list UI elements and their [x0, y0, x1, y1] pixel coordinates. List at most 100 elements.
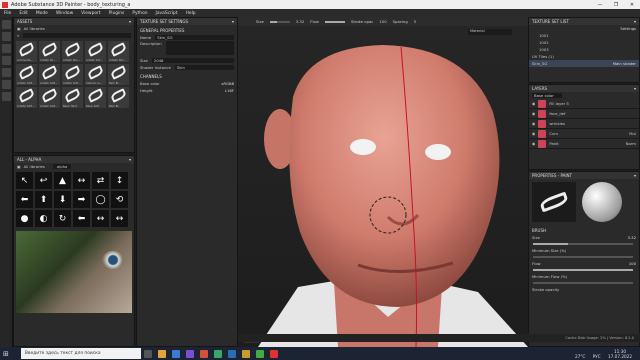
app-icon[interactable] — [241, 349, 250, 358]
visibility-eye-icon[interactable]: ◉ — [532, 111, 535, 116]
material-sphere-preview[interactable] — [582, 182, 622, 222]
description-field[interactable] — [165, 41, 234, 55]
selected-texture-set[interactable]: Skin_SG Main shader — [529, 60, 639, 67]
windows-start-icon[interactable]: ⊞ — [3, 350, 9, 358]
brush-size-slider[interactable] — [533, 243, 633, 245]
list-item[interactable]: 1003 — [529, 46, 639, 53]
language-indicator[interactable]: РУС — [593, 354, 601, 359]
menu-mode[interactable]: Mode — [32, 11, 52, 16]
channel-row[interactable]: Base color sRGB8 — [137, 80, 237, 87]
painter-icon[interactable] — [199, 349, 208, 358]
alpha-filter-chip[interactable]: alpha — [52, 164, 72, 169]
brush-preset[interactable]: Basic Soft — [85, 87, 106, 108]
min-size-slider[interactable] — [533, 256, 633, 258]
browser-icon[interactable] — [171, 349, 180, 358]
close-button[interactable]: ✕ — [624, 2, 640, 8]
layer-row[interactable]: ◉ Curv Mul — [529, 129, 639, 139]
list-item[interactable]: 1001 — [529, 32, 639, 39]
brush-preset[interactable]: Artistic Soft... — [39, 87, 60, 108]
name-field[interactable]: Skin_SG — [155, 35, 234, 40]
brush-preset[interactable]: Artistic Soft... — [39, 64, 60, 85]
menu-javascript[interactable]: JavaScript — [152, 11, 182, 16]
flow-slider[interactable] — [533, 269, 633, 271]
panel-menu-icon[interactable]: ▾ — [129, 157, 131, 162]
alpha-library-row[interactable]: ▣ All libraries alpha — [14, 163, 134, 170]
brush-preset[interactable]: Autumn Lv... — [85, 64, 106, 85]
layer-blend-mode[interactable]: Norm — [626, 141, 636, 146]
task-view-icon[interactable] — [143, 349, 152, 358]
brush-preset[interactable]: Bark Br... — [108, 87, 129, 108]
brush-preset[interactable]: Artistic Pen... — [108, 41, 129, 62]
file-explorer-icon[interactable] — [157, 349, 166, 358]
app-icon[interactable] — [213, 349, 222, 358]
visibility-eye-icon[interactable]: ◉ — [532, 131, 535, 136]
assets-search-input[interactable] — [23, 33, 131, 38]
app-icon[interactable] — [227, 349, 236, 358]
visibility-eye-icon[interactable]: ◉ — [532, 101, 535, 106]
eraser-icon[interactable] — [2, 32, 11, 41]
menu-viewport[interactable]: Viewport — [77, 11, 104, 16]
alpha-arrow-icon[interactable]: ↖ — [16, 172, 33, 189]
alpha-arrow-icon[interactable]: ↕ — [111, 172, 128, 189]
alpha-arrow-icon[interactable]: ↩ — [35, 172, 52, 189]
alpha-arrow-icon[interactable]: ⬆ — [35, 191, 52, 208]
taskbar-search-input[interactable]: Введите здесь текст для поиска — [20, 348, 141, 359]
min-flow-slider[interactable] — [533, 282, 633, 284]
projection-icon[interactable] — [2, 44, 11, 53]
layer-row[interactable]: ◉ wrinkles — [529, 119, 639, 129]
brush-preset[interactable]: Artistic Soft... — [16, 87, 37, 108]
clock[interactable]: 11:30 17.07.2022 — [608, 349, 632, 359]
alpha-arrow-icon[interactable]: ⇄ — [92, 172, 109, 189]
brush-preset[interactable]: Artistic Pe... — [39, 41, 60, 62]
uv-tiles-row[interactable]: UV Tiles (1) — [529, 53, 639, 60]
brush-preset[interactable]: Archive Pe... — [16, 41, 37, 62]
blend-channel-row[interactable]: Base color — [529, 92, 639, 99]
menu-help[interactable]: Help — [182, 11, 200, 16]
alpha-arrow-icon[interactable]: ↔ — [111, 210, 128, 227]
layer-blend-mode[interactable]: Mul — [629, 131, 636, 136]
alpha-arrow-icon[interactable]: ➡ — [73, 191, 90, 208]
alpha-arrow-icon[interactable]: ↔ — [73, 172, 90, 189]
alpha-arrow-icon[interactable]: ⟲ — [111, 191, 128, 208]
picker-icon[interactable] — [2, 92, 11, 101]
minimize-button[interactable]: — — [592, 2, 608, 8]
panel-menu-icon[interactable]: ▾ — [232, 19, 234, 24]
settings-dropdown[interactable]: Settings — [620, 26, 636, 31]
assets-library-row[interactable]: ▣ All libraries — [14, 25, 134, 32]
panel-menu-icon[interactable]: ▾ — [634, 173, 636, 178]
brush-stroke-preview[interactable] — [532, 182, 576, 222]
viewport[interactable]: Size 3.32 Flow Stroke opac 100 Spacing 5… — [238, 17, 528, 347]
assets-search-row[interactable]: ⌕ — [14, 32, 134, 39]
alpha-arrow-icon[interactable]: ⬅ — [16, 191, 33, 208]
brush-preset[interactable]: Artistic Soft... — [16, 64, 37, 85]
alpha-arrow-icon[interactable]: ◯ — [92, 191, 109, 208]
clone-icon[interactable] — [2, 80, 11, 89]
channel-row[interactable]: Height L16F — [137, 87, 237, 94]
brush-preset[interactable]: Bark Br... — [108, 64, 129, 85]
alpha-arrow-icon[interactable]: ◐ — [35, 210, 52, 227]
layer-row[interactable]: ◉ Paint Norm — [529, 139, 639, 149]
list-item[interactable]: 1002 — [529, 39, 639, 46]
visibility-eye-icon[interactable]: ◉ — [532, 141, 535, 146]
maximize-button[interactable]: ❐ — [608, 2, 624, 8]
panel-menu-icon[interactable]: ▾ — [634, 86, 636, 91]
alpha-arrow-icon[interactable]: ↻ — [54, 210, 71, 227]
alpha-arrow-icon[interactable]: ▲ — [54, 172, 71, 189]
alpha-arrow-icon[interactable]: ⬅ — [73, 210, 90, 227]
menu-plugins[interactable]: Plugins — [105, 11, 129, 16]
layer-row[interactable]: ◉ Fill layer 5 — [529, 99, 639, 109]
menu-python[interactable]: Python — [128, 11, 151, 16]
settings-row[interactable]: Settings — [529, 25, 639, 32]
panel-menu-icon[interactable]: ▾ — [634, 19, 636, 24]
brush-preset[interactable]: Artistic Pen... — [62, 41, 83, 62]
geometry-mask-icon[interactable] — [2, 56, 11, 65]
alpha-arrow-icon[interactable]: ● — [16, 210, 33, 227]
menu-file[interactable]: File — [0, 11, 15, 16]
shader-select[interactable]: Skin — [174, 65, 234, 70]
smudge-icon[interactable] — [2, 68, 11, 77]
visual-studio-icon[interactable] — [185, 349, 194, 358]
channel-select[interactable]: Base color — [532, 93, 562, 98]
app-icon[interactable] — [269, 349, 278, 358]
size-select[interactable]: 2048 — [151, 58, 234, 63]
alpha-arrow-icon[interactable]: ↔ — [92, 210, 109, 227]
